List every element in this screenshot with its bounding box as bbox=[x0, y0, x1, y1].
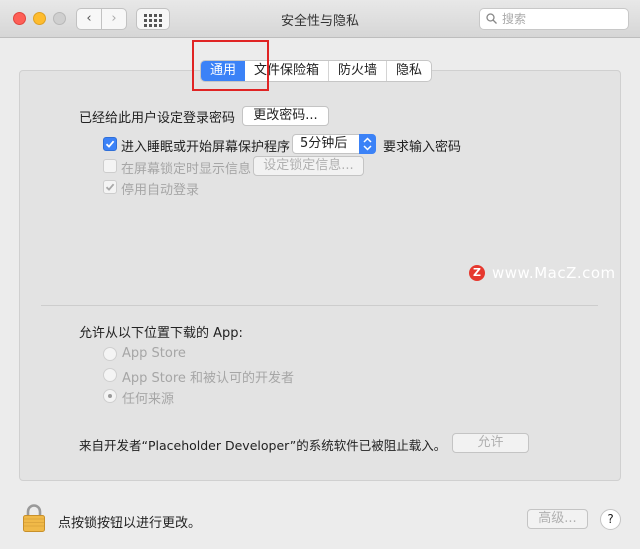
disable-auto-login-label: 停用自动登录 bbox=[121, 183, 200, 198]
show-message-checkbox[interactable] bbox=[103, 159, 117, 173]
advanced-button[interactable]: 高级... bbox=[527, 509, 588, 529]
updown-arrows-icon bbox=[359, 134, 376, 154]
search-field[interactable]: 搜索 bbox=[479, 8, 629, 30]
lock-icon[interactable] bbox=[22, 503, 46, 533]
macz-logo: Z bbox=[469, 265, 485, 281]
change-password-button[interactable]: 更改密码... bbox=[242, 106, 329, 126]
lock-hint-text: 点按锁按钮以进行更改。 bbox=[58, 516, 202, 531]
tab-firewall[interactable]: 防火墙 bbox=[329, 61, 388, 81]
password-set-text: 已经给此用户设定登录密码 bbox=[79, 111, 236, 126]
search-icon bbox=[486, 13, 497, 24]
radio-app-store[interactable] bbox=[103, 347, 117, 361]
watermark-text: www.MacZ.com bbox=[492, 264, 616, 282]
tab-privacy[interactable]: 隐私 bbox=[387, 61, 431, 81]
radio-app-store-label: App Store bbox=[122, 346, 186, 361]
set-lock-message-button[interactable]: 设定锁定信息... bbox=[253, 156, 364, 176]
disable-auto-login-checkbox[interactable] bbox=[103, 180, 117, 194]
search-placeholder: 搜索 bbox=[502, 12, 527, 26]
require-password-checkbox[interactable] bbox=[103, 137, 117, 151]
blocked-software-message: 来自开发者“Placeholder Developer”的系统软件已被阻止载入。 bbox=[79, 438, 447, 453]
downloads-heading: 允许从以下位置下载的 App: bbox=[79, 326, 243, 341]
radio-selected-dot bbox=[108, 394, 112, 398]
allow-button[interactable]: 允许 bbox=[452, 433, 529, 453]
radio-app-store-identified[interactable] bbox=[103, 368, 117, 382]
help-button[interactable]: ? bbox=[600, 509, 621, 530]
select-value: 5分钟后 bbox=[300, 136, 348, 151]
radio-anywhere-label: 任何来源 bbox=[122, 392, 175, 407]
require-password-delay-select[interactable]: 5分钟后 bbox=[292, 134, 376, 154]
checkmark-icon bbox=[105, 140, 115, 148]
radio-anywhere[interactable] bbox=[103, 389, 117, 403]
divider bbox=[41, 305, 598, 306]
radio-app-store-identified-label: App Store 和被认可的开发者 bbox=[122, 371, 295, 386]
checkmark-icon bbox=[105, 183, 115, 191]
title-bar: ‹ › 安全性与隐私 搜索 bbox=[0, 0, 640, 38]
annotation-highlight-box bbox=[192, 40, 269, 91]
require-password-after-label: 要求输入密码 bbox=[383, 140, 462, 155]
show-message-label: 在屏幕锁定时显示信息 bbox=[121, 162, 252, 177]
require-password-label: 进入睡眠或开始屏幕保护程序 bbox=[121, 140, 291, 155]
